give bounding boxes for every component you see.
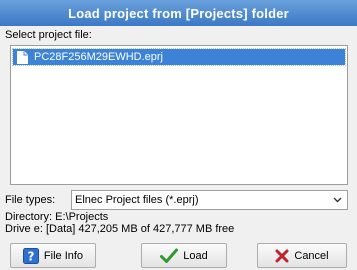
- dialog-title: Load project from [Projects] folder: [0, 0, 357, 26]
- svg-text:?: ?: [27, 249, 34, 263]
- select-file-label: Select project file:: [5, 29, 92, 41]
- help-question-icon: ?: [22, 247, 39, 264]
- x-icon: [275, 249, 289, 263]
- cancel-button[interactable]: Cancel: [257, 243, 347, 268]
- file-types-select[interactable]: Elnec Project files (*.eprj): [71, 190, 348, 210]
- file-types-label: File types:: [5, 194, 56, 206]
- file-types-value: Elnec Project files (*.eprj): [75, 194, 199, 206]
- document-icon: [17, 50, 28, 64]
- list-item[interactable]: PC28F256M29EWHD.eprj: [12, 48, 346, 66]
- list-item-label: PC28F256M29EWHD.eprj: [34, 51, 163, 63]
- load-button[interactable]: Load: [141, 243, 227, 268]
- load-label: Load: [183, 249, 208, 262]
- file-info-button[interactable]: ? File Info: [10, 243, 96, 268]
- cancel-label: Cancel: [294, 249, 329, 262]
- file-info-label: File Info: [43, 249, 84, 262]
- checkmark-icon: [160, 248, 179, 264]
- drive-info-text: Drive e: [Data] 427,205 MB of 427,777 MB…: [5, 223, 235, 235]
- project-file-list[interactable]: PC28F256M29EWHD.eprj: [10, 45, 348, 185]
- chevron-down-icon: [333, 194, 342, 206]
- directory-text: Directory: E:\Projects: [5, 211, 109, 223]
